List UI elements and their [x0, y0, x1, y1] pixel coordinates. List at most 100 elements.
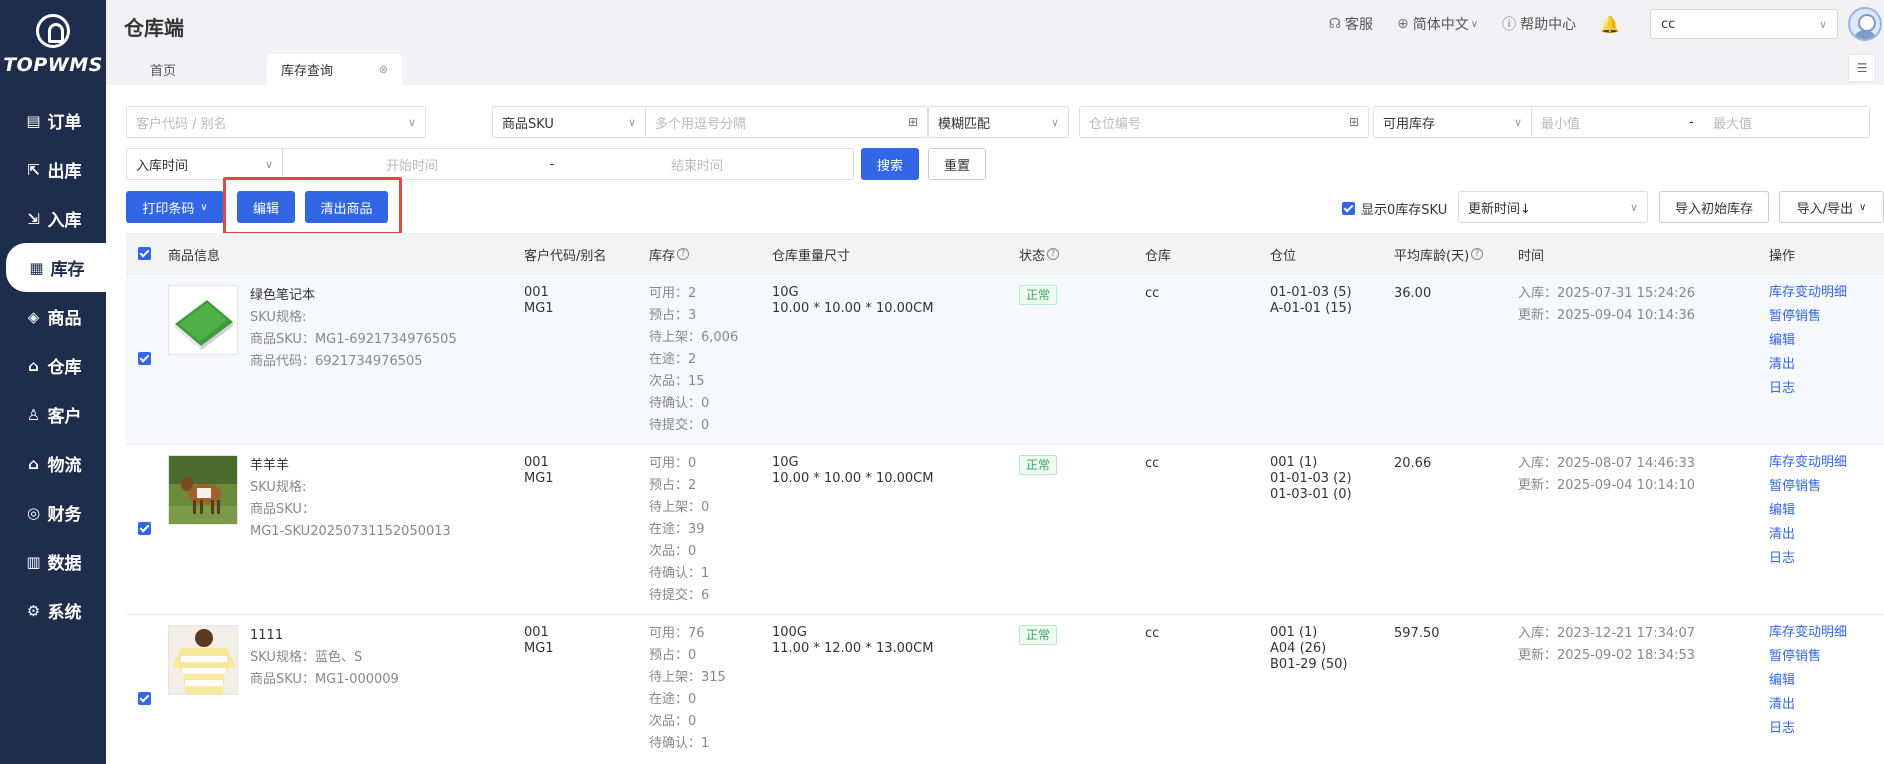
- tab-inventory-query-label: 库存查询: [281, 64, 334, 79]
- show-zero-checkbox[interactable]: [1342, 202, 1355, 215]
- table-row[interactable]: 羊羊羊 SKU规格: 商品SKU： MG1-SKU20250731152050013 0…: [126, 445, 1884, 615]
- sidebar-item-label: 仓库: [47, 358, 82, 378]
- tab-inventory-query[interactable]: 库存查询 ⊗: [267, 54, 402, 85]
- truck-icon: ⌂: [28, 454, 39, 473]
- col-stock: 库存?: [649, 233, 690, 275]
- row-action-3[interactable]: 清出: [1769, 353, 1847, 377]
- table-row[interactable]: 1111 SKU规格：蓝色、S 商品SKU：MG1-000009 001 MG1 可用：7…: [126, 615, 1884, 764]
- menu-icon[interactable]: ☰: [1848, 54, 1876, 82]
- min-value-input[interactable]: 最小值: [1541, 113, 1689, 132]
- sidebar-item-4[interactable]: ◈ 商品: [0, 292, 106, 341]
- match-mode-select[interactable]: 模糊匹配 ∨: [928, 106, 1069, 138]
- product-image[interactable]: [168, 455, 238, 525]
- col-product: 商品信息: [168, 248, 221, 264]
- expand-input-icon[interactable]: ⊞: [1349, 115, 1359, 129]
- print-barcode-button[interactable]: 打印条码 ∨: [126, 191, 224, 223]
- sidebar-item-9[interactable]: ▥ 数据: [0, 537, 106, 586]
- stock-line: 在途：0: [649, 692, 697, 707]
- sidebar-item-0[interactable]: ▤ 订单: [0, 96, 106, 145]
- row-action-2[interactable]: 编辑: [1769, 669, 1847, 693]
- col-age: 平均库龄(天)?: [1394, 233, 1484, 275]
- edit-button[interactable]: 编辑: [237, 191, 295, 223]
- sidebar-item-2[interactable]: ⇲ 入库: [0, 194, 106, 243]
- stock-type-value: 可用库存: [1383, 116, 1436, 132]
- actions-cell: 库存变动明细 暂停销售 编辑 清出 日志: [1769, 621, 1847, 741]
- row-action-1[interactable]: 暂停销售: [1769, 475, 1847, 499]
- col-status-label: 状态: [1019, 248, 1046, 264]
- start-time-input[interactable]: 开始时间: [292, 155, 532, 174]
- stock-type-select[interactable]: 可用库存 ∨: [1373, 106, 1532, 138]
- stock-line: 预占：2: [649, 478, 697, 493]
- row-action-0[interactable]: 库存变动明细: [1769, 451, 1847, 475]
- table-row[interactable]: 绿色笔记本 SKU规格: 商品SKU：MG1-6921734976505 商品代码：6…: [126, 275, 1884, 445]
- stock-line: 待上架：6,006: [649, 330, 739, 345]
- col-weight: 仓库重量尺寸: [772, 248, 851, 264]
- row-action-2[interactable]: 编辑: [1769, 499, 1847, 523]
- show-zero-stock-toggle[interactable]: 显示0库存SKU: [1342, 199, 1447, 218]
- import-export-button[interactable]: 导入/导出 ∨: [1779, 191, 1884, 223]
- date-range-input[interactable]: 开始时间 - 结束时间: [282, 148, 854, 180]
- sku-type-select[interactable]: 商品SKU ∨: [492, 106, 646, 138]
- topwms-logo-icon: [36, 14, 70, 48]
- row-action-4[interactable]: 日志: [1769, 377, 1847, 401]
- reset-button[interactable]: 重置: [928, 148, 986, 180]
- age-value: 597.50: [1394, 626, 1440, 641]
- sku-input[interactable]: 多个用逗号分隔 ⊞: [645, 106, 928, 138]
- row-action-0[interactable]: 库存变动明细: [1769, 621, 1847, 645]
- tab-home[interactable]: 首页: [136, 54, 190, 85]
- col-age-label: 平均库龄(天): [1394, 248, 1470, 264]
- product-image[interactable]: [168, 285, 238, 355]
- question-circle-icon[interactable]: ?: [1471, 248, 1484, 260]
- help-center-link[interactable]: ⓘ 帮助中心: [1502, 14, 1576, 34]
- sidebar-item-5[interactable]: ⌂ 仓库: [0, 341, 106, 390]
- sidebar-item-label: 系统: [47, 603, 82, 623]
- row-checkbox[interactable]: [138, 522, 151, 535]
- customer-service-link[interactable]: ☊ 客服: [1329, 14, 1373, 34]
- stock-line: 待确认：0: [649, 396, 710, 411]
- sidebar-item-8[interactable]: ◎ 财务: [0, 488, 106, 537]
- sidebar-item-6[interactable]: ♙ 客户: [0, 390, 106, 439]
- product-image[interactable]: [168, 625, 238, 695]
- row-action-0[interactable]: 库存变动明细: [1769, 281, 1847, 305]
- expand-input-icon[interactable]: ⊞: [908, 115, 918, 129]
- row-action-1[interactable]: 暂停销售: [1769, 645, 1847, 669]
- finance-icon: ◎: [26, 503, 41, 522]
- question-circle-icon[interactable]: ?: [677, 248, 690, 260]
- range-separator: -: [1689, 114, 1694, 130]
- close-icon[interactable]: ⊗: [379, 63, 388, 76]
- question-circle-icon[interactable]: ?: [1047, 248, 1060, 260]
- clear-products-button[interactable]: 清出商品: [305, 191, 388, 223]
- row-action-1[interactable]: 暂停销售: [1769, 305, 1847, 329]
- row-action-4[interactable]: 日志: [1769, 717, 1847, 741]
- sidebar-item-1[interactable]: ⇱ 出库: [0, 145, 106, 194]
- select-all-checkbox[interactable]: [138, 247, 151, 260]
- import-initial-stock-button[interactable]: 导入初始库存: [1659, 191, 1769, 223]
- customer-select[interactable]: 客户代码 / 别名 ∨: [126, 106, 426, 138]
- row-action-3[interactable]: 清出: [1769, 523, 1847, 547]
- chevron-down-icon: ∨: [1629, 200, 1638, 214]
- location-line: 001 (1): [1270, 625, 1318, 640]
- sort-select[interactable]: 更新时间↓ ∨: [1458, 191, 1648, 223]
- max-value-input[interactable]: 最大值: [1713, 113, 1752, 132]
- date-type-select[interactable]: 入库时间 ∨: [126, 148, 283, 180]
- language-selector[interactable]: ⊕ 简体中文 ∨: [1397, 14, 1478, 34]
- end-time-input[interactable]: 结束时间: [572, 155, 822, 174]
- row-checkbox[interactable]: [138, 692, 151, 705]
- sidebar-item-7[interactable]: ⌂ 物流: [0, 439, 106, 488]
- age-value: 20.66: [1394, 456, 1432, 471]
- sidebar-item-3[interactable]: ▦ 库存: [6, 243, 106, 292]
- col-warehouse: 仓库: [1145, 248, 1172, 264]
- location-input[interactable]: 仓位编号 ⊞: [1079, 106, 1369, 138]
- weight-value: 100G: [772, 625, 807, 640]
- row-action-3[interactable]: 清出: [1769, 693, 1847, 717]
- row-action-4[interactable]: 日志: [1769, 547, 1847, 571]
- row-checkbox[interactable]: [138, 352, 151, 365]
- logo[interactable]: TOPWMS: [0, 14, 106, 76]
- warehouse-select[interactable]: cc ∨: [1650, 9, 1838, 39]
- sidebar-item-10[interactable]: ⚙ 系统: [0, 586, 106, 635]
- bell-icon[interactable]: 🔔: [1600, 15, 1620, 34]
- stock-range-input[interactable]: 最小值 - 最大值: [1531, 106, 1870, 138]
- search-button[interactable]: 搜索: [861, 148, 919, 180]
- avatar[interactable]: [1848, 7, 1882, 41]
- row-action-2[interactable]: 编辑: [1769, 329, 1847, 353]
